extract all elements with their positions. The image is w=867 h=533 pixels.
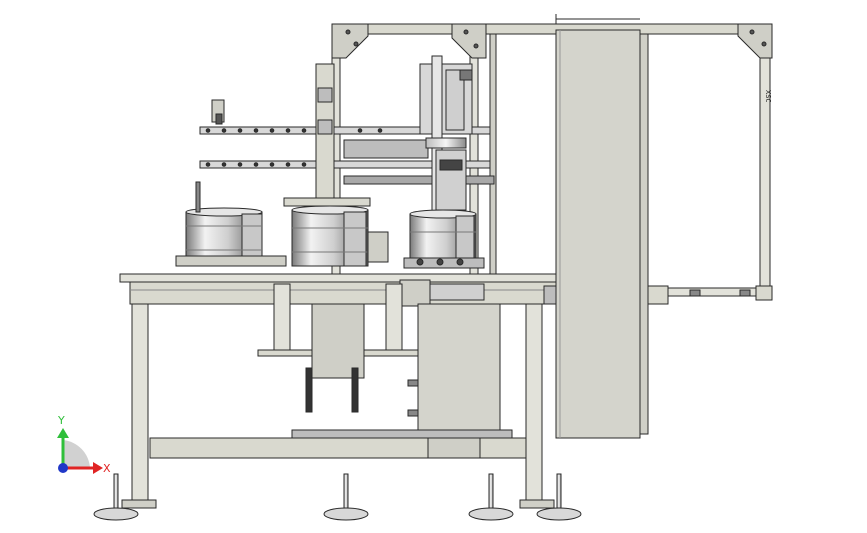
- triad-y-label: Y: [57, 414, 65, 427]
- cylinder-right: [403, 209, 485, 269]
- cylinder-left: [175, 181, 287, 267]
- column-mark: XSC: [764, 90, 772, 103]
- right-cross-beam: [647, 285, 773, 305]
- lower-lift-assembly: [257, 283, 501, 431]
- machine-cad-drawing: XSC Y X: [57, 14, 773, 521]
- overhead-gantry-frame: [331, 14, 773, 435]
- cylinder-middle: [283, 197, 389, 267]
- vertical-cover-panel: [555, 29, 641, 439]
- coordinate-triad: [57, 428, 103, 474]
- work-table: [119, 273, 557, 307]
- triad-x-label: X: [103, 462, 111, 475]
- leveling-feet: [93, 473, 582, 521]
